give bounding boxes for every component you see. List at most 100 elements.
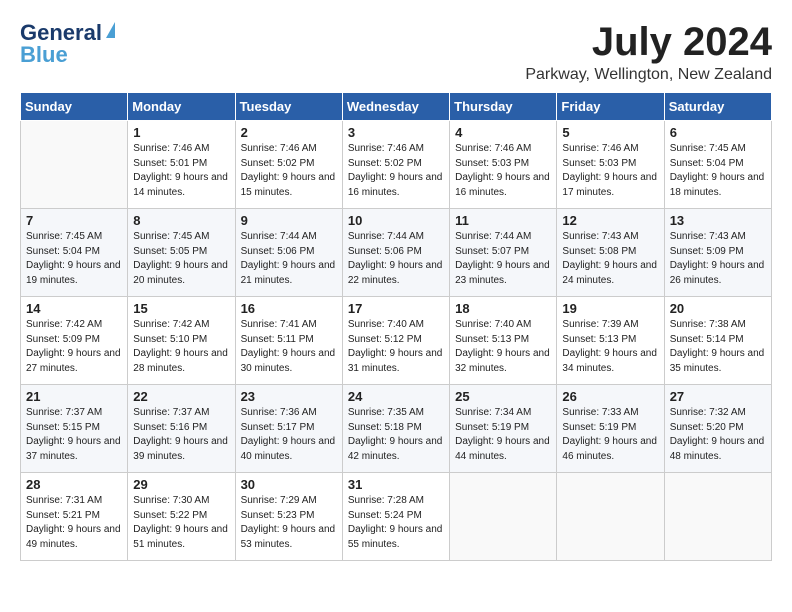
table-row: 26 Sunrise: 7:33 AM Sunset: 5:19 PM Dayl…	[557, 385, 664, 473]
day-number: 29	[133, 477, 229, 492]
table-row: 28 Sunrise: 7:31 AM Sunset: 5:21 PM Dayl…	[21, 473, 128, 561]
daylight-text: Daylight: 9 hours and 22 minutes.	[348, 260, 443, 286]
sunrise-text: Sunrise: 7:44 AM	[455, 231, 531, 242]
table-row: 23 Sunrise: 7:36 AM Sunset: 5:17 PM Dayl…	[235, 385, 342, 473]
day-info: Sunrise: 7:42 AM Sunset: 5:09 PM Dayligh…	[26, 318, 122, 376]
sunrise-text: Sunrise: 7:44 AM	[348, 231, 424, 242]
daylight-text: Daylight: 9 hours and 31 minutes.	[348, 348, 443, 374]
sunrise-text: Sunrise: 7:30 AM	[133, 495, 209, 506]
logo-triangle-icon	[106, 22, 115, 38]
day-info: Sunrise: 7:43 AM Sunset: 5:08 PM Dayligh…	[562, 230, 658, 288]
table-row: 10 Sunrise: 7:44 AM Sunset: 5:06 PM Dayl…	[342, 209, 449, 297]
table-row: 7 Sunrise: 7:45 AM Sunset: 5:04 PM Dayli…	[21, 209, 128, 297]
day-info: Sunrise: 7:46 AM Sunset: 5:03 PM Dayligh…	[455, 142, 551, 200]
table-row	[664, 473, 771, 561]
sunset-text: Sunset: 5:24 PM	[348, 510, 422, 521]
month-year-title: July 2024	[525, 20, 772, 64]
sunrise-text: Sunrise: 7:42 AM	[133, 319, 209, 330]
table-row: 21 Sunrise: 7:37 AM Sunset: 5:15 PM Dayl…	[21, 385, 128, 473]
day-info: Sunrise: 7:45 AM Sunset: 5:05 PM Dayligh…	[133, 230, 229, 288]
daylight-text: Daylight: 9 hours and 35 minutes.	[670, 348, 765, 374]
sunset-text: Sunset: 5:08 PM	[562, 246, 636, 257]
sunset-text: Sunset: 5:02 PM	[348, 158, 422, 169]
day-info: Sunrise: 7:35 AM Sunset: 5:18 PM Dayligh…	[348, 406, 444, 464]
sunset-text: Sunset: 5:18 PM	[348, 422, 422, 433]
calendar-week-row: 28 Sunrise: 7:31 AM Sunset: 5:21 PM Dayl…	[21, 473, 772, 561]
sunrise-text: Sunrise: 7:46 AM	[455, 143, 531, 154]
day-number: 25	[455, 389, 551, 404]
day-info: Sunrise: 7:40 AM Sunset: 5:13 PM Dayligh…	[455, 318, 551, 376]
daylight-text: Daylight: 9 hours and 55 minutes.	[348, 524, 443, 550]
day-number: 5	[562, 125, 658, 140]
day-number: 11	[455, 213, 551, 228]
sunset-text: Sunset: 5:09 PM	[670, 246, 744, 257]
day-number: 3	[348, 125, 444, 140]
sunset-text: Sunset: 5:06 PM	[241, 246, 315, 257]
day-number: 1	[133, 125, 229, 140]
sunrise-text: Sunrise: 7:38 AM	[670, 319, 746, 330]
sunrise-text: Sunrise: 7:39 AM	[562, 319, 638, 330]
sunset-text: Sunset: 5:14 PM	[670, 334, 744, 345]
title-section: July 2024 Parkway, Wellington, New Zeala…	[525, 20, 772, 84]
daylight-text: Daylight: 9 hours and 27 minutes.	[26, 348, 121, 374]
table-row: 6 Sunrise: 7:45 AM Sunset: 5:04 PM Dayli…	[664, 121, 771, 209]
day-number: 16	[241, 301, 337, 316]
sunset-text: Sunset: 5:07 PM	[455, 246, 529, 257]
sunset-text: Sunset: 5:19 PM	[455, 422, 529, 433]
table-row: 13 Sunrise: 7:43 AM Sunset: 5:09 PM Dayl…	[664, 209, 771, 297]
day-number: 26	[562, 389, 658, 404]
day-number: 8	[133, 213, 229, 228]
day-info: Sunrise: 7:45 AM Sunset: 5:04 PM Dayligh…	[670, 142, 766, 200]
sunrise-text: Sunrise: 7:37 AM	[133, 407, 209, 418]
day-number: 12	[562, 213, 658, 228]
day-info: Sunrise: 7:31 AM Sunset: 5:21 PM Dayligh…	[26, 494, 122, 552]
day-number: 15	[133, 301, 229, 316]
sunrise-text: Sunrise: 7:46 AM	[241, 143, 317, 154]
daylight-text: Daylight: 9 hours and 19 minutes.	[26, 260, 121, 286]
header-friday: Friday	[557, 93, 664, 121]
daylight-text: Daylight: 9 hours and 18 minutes.	[670, 172, 765, 198]
daylight-text: Daylight: 9 hours and 39 minutes.	[133, 436, 228, 462]
header-thursday: Thursday	[450, 93, 557, 121]
day-info: Sunrise: 7:37 AM Sunset: 5:16 PM Dayligh…	[133, 406, 229, 464]
day-info: Sunrise: 7:38 AM Sunset: 5:14 PM Dayligh…	[670, 318, 766, 376]
sunset-text: Sunset: 5:13 PM	[455, 334, 529, 345]
sunrise-text: Sunrise: 7:34 AM	[455, 407, 531, 418]
sunrise-text: Sunrise: 7:43 AM	[562, 231, 638, 242]
sunset-text: Sunset: 5:05 PM	[133, 246, 207, 257]
day-info: Sunrise: 7:45 AM Sunset: 5:04 PM Dayligh…	[26, 230, 122, 288]
sunset-text: Sunset: 5:15 PM	[26, 422, 100, 433]
table-row: 15 Sunrise: 7:42 AM Sunset: 5:10 PM Dayl…	[128, 297, 235, 385]
table-row: 1 Sunrise: 7:46 AM Sunset: 5:01 PM Dayli…	[128, 121, 235, 209]
sunset-text: Sunset: 5:11 PM	[241, 334, 314, 345]
table-row: 11 Sunrise: 7:44 AM Sunset: 5:07 PM Dayl…	[450, 209, 557, 297]
day-number: 9	[241, 213, 337, 228]
sunrise-text: Sunrise: 7:46 AM	[562, 143, 638, 154]
day-info: Sunrise: 7:28 AM Sunset: 5:24 PM Dayligh…	[348, 494, 444, 552]
sunrise-text: Sunrise: 7:42 AM	[26, 319, 102, 330]
day-number: 10	[348, 213, 444, 228]
table-row: 30 Sunrise: 7:29 AM Sunset: 5:23 PM Dayl…	[235, 473, 342, 561]
day-info: Sunrise: 7:37 AM Sunset: 5:15 PM Dayligh…	[26, 406, 122, 464]
table-row: 22 Sunrise: 7:37 AM Sunset: 5:16 PM Dayl…	[128, 385, 235, 473]
daylight-text: Daylight: 9 hours and 46 minutes.	[562, 436, 657, 462]
sunset-text: Sunset: 5:20 PM	[670, 422, 744, 433]
location-subtitle: Parkway, Wellington, New Zealand	[525, 66, 772, 84]
table-row: 29 Sunrise: 7:30 AM Sunset: 5:22 PM Dayl…	[128, 473, 235, 561]
table-row: 14 Sunrise: 7:42 AM Sunset: 5:09 PM Dayl…	[21, 297, 128, 385]
daylight-text: Daylight: 9 hours and 30 minutes.	[241, 348, 336, 374]
sunrise-text: Sunrise: 7:32 AM	[670, 407, 746, 418]
sunset-text: Sunset: 5:21 PM	[26, 510, 100, 521]
sunset-text: Sunset: 5:12 PM	[348, 334, 422, 345]
day-info: Sunrise: 7:42 AM Sunset: 5:10 PM Dayligh…	[133, 318, 229, 376]
sunset-text: Sunset: 5:01 PM	[133, 158, 207, 169]
day-number: 20	[670, 301, 766, 316]
day-info: Sunrise: 7:34 AM Sunset: 5:19 PM Dayligh…	[455, 406, 551, 464]
table-row: 18 Sunrise: 7:40 AM Sunset: 5:13 PM Dayl…	[450, 297, 557, 385]
daylight-text: Daylight: 9 hours and 37 minutes.	[26, 436, 121, 462]
daylight-text: Daylight: 9 hours and 51 minutes.	[133, 524, 228, 550]
day-number: 22	[133, 389, 229, 404]
calendar-week-row: 14 Sunrise: 7:42 AM Sunset: 5:09 PM Dayl…	[21, 297, 772, 385]
day-number: 6	[670, 125, 766, 140]
day-number: 30	[241, 477, 337, 492]
